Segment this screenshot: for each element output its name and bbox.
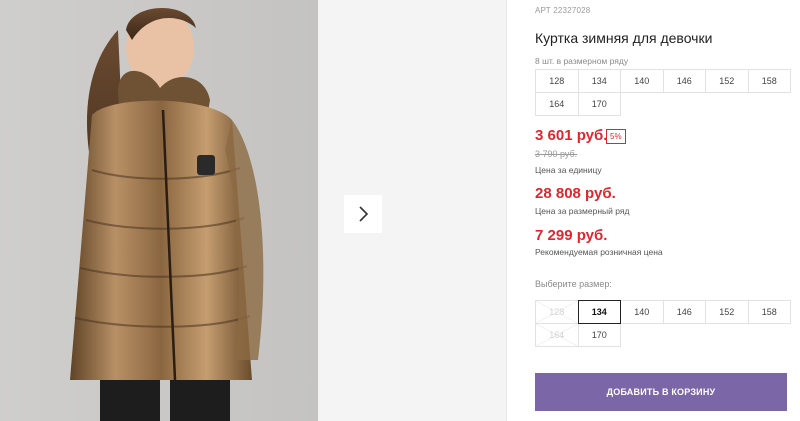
product-gallery bbox=[0, 0, 506, 421]
gallery-divider bbox=[506, 0, 507, 421]
pack-size-cell: 146 bbox=[662, 69, 706, 93]
add-to-cart-button[interactable]: ДОБАВИТЬ В КОРЗИНУ bbox=[535, 373, 787, 411]
rrp-price: 7 299 руб. bbox=[535, 227, 608, 244]
product-photo[interactable] bbox=[0, 0, 318, 421]
discount-badge: 5% bbox=[606, 129, 626, 144]
article-number: АРТ 22327028 bbox=[535, 6, 591, 15]
pack-size-cell: 170 bbox=[577, 92, 621, 116]
size-option-label: 152 bbox=[719, 307, 735, 317]
unavailable-cross-icon bbox=[536, 301, 578, 323]
old-price: 3 790 руб. bbox=[535, 149, 578, 159]
size-option-140[interactable]: 140 bbox=[620, 300, 664, 324]
size-select-label: Выберите размер: bbox=[535, 279, 612, 289]
pack-size-cell: 158 bbox=[747, 69, 791, 93]
rrp-price-caption: Рекомендуемая розничная цена bbox=[535, 247, 663, 257]
unavailable-cross-icon bbox=[536, 324, 578, 346]
size-option-158[interactable]: 158 bbox=[747, 300, 791, 324]
size-option-label: 140 bbox=[634, 307, 650, 317]
unit-price: 3 601 руб. bbox=[535, 127, 608, 144]
row-price-caption: Цена за размерный ряд bbox=[535, 206, 630, 216]
size-option-128: 128 bbox=[535, 300, 579, 324]
size-option-label: 170 bbox=[591, 330, 607, 340]
chevron-right-icon bbox=[359, 206, 369, 222]
size-option-label: 134 bbox=[591, 307, 607, 317]
unit-price-caption: Цена за единицу bbox=[535, 165, 602, 175]
size-option-152[interactable]: 152 bbox=[705, 300, 749, 324]
size-option-134[interactable]: 134 bbox=[577, 300, 621, 324]
next-image-button[interactable] bbox=[344, 195, 382, 233]
pack-size-cell: 140 bbox=[620, 69, 664, 93]
pack-size-cell: 164 bbox=[535, 92, 579, 116]
pack-size-cell: 134 bbox=[577, 69, 621, 93]
size-option-label: 146 bbox=[676, 307, 692, 317]
size-select-grid: 128 134 140 146 152 158 164 170 bbox=[535, 300, 791, 347]
product-photo-image bbox=[0, 0, 318, 421]
size-option-170[interactable]: 170 bbox=[577, 323, 621, 347]
size-option-146[interactable]: 146 bbox=[662, 300, 706, 324]
pack-size-cell: 152 bbox=[705, 69, 749, 93]
size-option-label: 158 bbox=[761, 307, 777, 317]
pack-note: 8 шт. в размерном ряду bbox=[535, 56, 629, 66]
product-title: Куртка зимняя для девочки bbox=[535, 30, 713, 46]
pack-size-grid: 128 134 140 146 152 158 164 170 bbox=[535, 69, 791, 116]
size-option-164: 164 bbox=[535, 323, 579, 347]
pack-size-cell: 128 bbox=[535, 69, 579, 93]
row-price: 28 808 руб. bbox=[535, 185, 616, 202]
